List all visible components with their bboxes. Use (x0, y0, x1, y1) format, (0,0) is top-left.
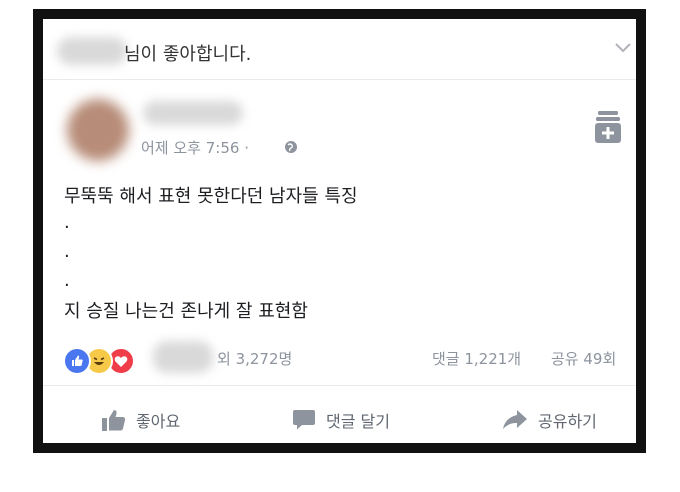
share-icon (503, 410, 527, 429)
post-text-line: . (64, 212, 70, 233)
share-count[interactable]: 공유 49회 (551, 348, 616, 369)
comment-icon (293, 410, 315, 430)
redacted-reactor-name (153, 341, 213, 373)
screenshot-frame: 님이 좋아합니다. 어제 오후 7:56 · 무뚝뚝 해서 표현 못한다던 남자… (33, 9, 646, 453)
thumbs-up-icon (102, 410, 126, 431)
reaction-count[interactable]: 외 3,272명 (217, 348, 292, 369)
reaction-icons[interactable] (63, 345, 148, 375)
redacted-author-name (143, 101, 243, 125)
save-icon[interactable] (595, 111, 621, 143)
avatar[interactable] (67, 99, 129, 161)
actions-divider (43, 385, 636, 386)
redacted-name (57, 37, 127, 65)
post-card: 님이 좋아합니다. 어제 오후 7:56 · 무뚝뚝 해서 표현 못한다던 남자… (43, 19, 636, 443)
post-text-line: . (64, 270, 70, 291)
post-timestamp[interactable]: 어제 오후 7:56 · (141, 137, 249, 158)
post-text-line: . (64, 241, 70, 262)
share-label: 공유하기 (538, 412, 597, 431)
like-icon (63, 347, 91, 375)
chevron-down-icon[interactable] (614, 42, 632, 54)
comment-count[interactable]: 댓글 1,221개 (432, 348, 521, 369)
header-divider (43, 79, 636, 80)
like-label: 좋아요 (136, 412, 181, 431)
share-button[interactable]: 공유하기 (502, 404, 597, 436)
comment-label: 댓글 달기 (326, 412, 390, 431)
post-text-line: 무뚝뚝 해서 표현 못한다던 남자들 특징 (64, 186, 358, 207)
liked-by-text: 님이 좋아합니다. (124, 44, 252, 65)
like-button[interactable]: 좋아요 (102, 404, 180, 436)
comment-button[interactable]: 댓글 달기 (292, 404, 390, 436)
globe-icon (285, 141, 297, 153)
post-text-line: 지 승질 나는건 존나게 잘 표현함 (64, 301, 308, 322)
